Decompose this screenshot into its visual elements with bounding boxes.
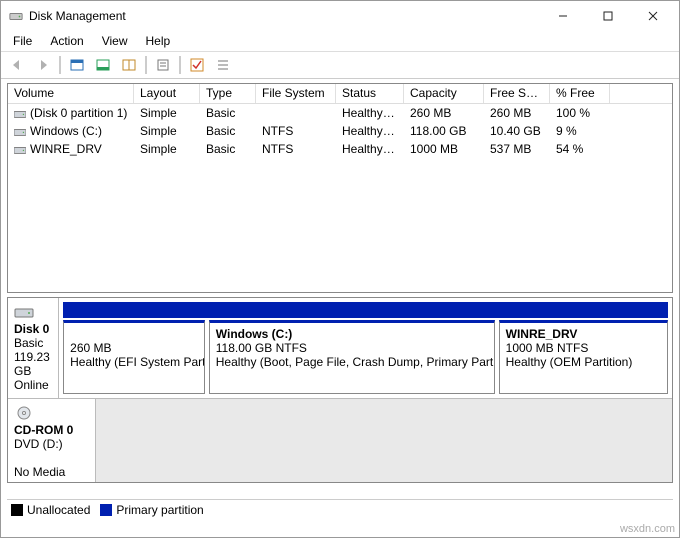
- close-button[interactable]: [630, 1, 675, 31]
- col-layout[interactable]: Layout: [134, 84, 200, 103]
- disk-info[interactable]: Disk 0Basic119.23 GBOnline: [8, 298, 59, 398]
- disk-name: Disk 0: [14, 322, 52, 336]
- menu-action[interactable]: Action: [42, 33, 91, 49]
- volume-type: Basic: [200, 105, 256, 121]
- volume-row[interactable]: Windows (C:) SimpleBasicNTFSHealthy (B...…: [8, 122, 672, 140]
- disk-kind: DVD (D:): [14, 437, 89, 451]
- partition-detail: Healthy (OEM Partition): [506, 355, 661, 369]
- col-free[interactable]: Free Spa...: [484, 84, 550, 103]
- toolbar: [1, 51, 679, 79]
- volume-capacity: 1000 MB: [404, 141, 484, 157]
- disk-state: Online: [14, 378, 52, 392]
- partition-zone: 260 MBHealthy (EFI System PartWindows (C…: [59, 298, 672, 398]
- app-icon: [9, 9, 23, 23]
- legend-primary-label: Primary partition: [116, 503, 203, 517]
- volume-pct: 54 %: [550, 141, 610, 157]
- legend: Unallocated Primary partition: [7, 499, 673, 519]
- minimize-button[interactable]: [540, 1, 585, 31]
- partition-title: Windows (C:): [216, 327, 488, 341]
- menu-help[interactable]: Help: [138, 33, 179, 49]
- volume-row[interactable]: WINRE_DRV SimpleBasicNTFSHealthy (...1000…: [8, 140, 672, 158]
- disk-row[interactable]: CD-ROM 0DVD (D:) No Media: [8, 399, 672, 483]
- partition-detail: Healthy (Boot, Page File, Crash Dump, Pr…: [216, 355, 488, 369]
- volume-layout: Simple: [134, 105, 200, 121]
- list-button[interactable]: [211, 54, 235, 76]
- volume-status: Healthy (B...: [336, 123, 404, 139]
- col-pct[interactable]: % Free: [550, 84, 610, 103]
- partition-box[interactable]: Windows (C:)118.00 GB NTFSHealthy (Boot,…: [209, 320, 495, 394]
- volume-list-header[interactable]: Volume Layout Type File System Status Ca…: [8, 84, 672, 104]
- volume-fs: NTFS: [256, 123, 336, 139]
- volume-fs: [256, 112, 336, 114]
- disk-state: No Media: [14, 465, 89, 479]
- volume-layout: Simple: [134, 123, 200, 139]
- volume-type: Basic: [200, 141, 256, 157]
- volume-fs: NTFS: [256, 141, 336, 157]
- disk-kind: Basic: [14, 336, 52, 350]
- volume-name: Windows (C:): [30, 124, 102, 138]
- volume-capacity: 260 MB: [404, 105, 484, 121]
- partition-bar: [63, 302, 668, 318]
- volume-status: Healthy (E...: [336, 105, 404, 121]
- watermark: wsxdn.com: [620, 523, 675, 535]
- partition-sub: 118.00 GB NTFS: [216, 341, 488, 355]
- menu-view[interactable]: View: [94, 33, 136, 49]
- view-split-button[interactable]: [117, 54, 141, 76]
- volume-free: 260 MB: [484, 105, 550, 121]
- volume-name: WINRE_DRV: [30, 142, 102, 156]
- view-bottom-button[interactable]: [91, 54, 115, 76]
- title-bar: Disk Management: [1, 1, 679, 31]
- partition-zone: [96, 399, 672, 483]
- volume-list[interactable]: Volume Layout Type File System Status Ca…: [7, 83, 673, 293]
- window-title: Disk Management: [29, 9, 540, 23]
- legend-unallocated-swatch: [11, 504, 23, 516]
- col-volume[interactable]: Volume: [8, 84, 134, 103]
- volume-layout: Simple: [134, 141, 200, 157]
- disk-name: CD-ROM 0: [14, 423, 89, 437]
- volume-free: 537 MB: [484, 141, 550, 157]
- view-top-button[interactable]: [65, 54, 89, 76]
- col-capacity[interactable]: Capacity: [404, 84, 484, 103]
- maximize-button[interactable]: [585, 1, 630, 31]
- legend-unallocated-label: Unallocated: [27, 503, 90, 517]
- partition-title: WINRE_DRV: [506, 327, 661, 341]
- volume-pct: 100 %: [550, 105, 610, 121]
- properties-button[interactable]: [151, 54, 175, 76]
- separator: [59, 56, 61, 74]
- partition-box[interactable]: 260 MBHealthy (EFI System Part: [63, 320, 205, 394]
- separator: [145, 56, 147, 74]
- partition-box[interactable]: WINRE_DRV1000 MB NTFSHealthy (OEM Partit…: [499, 320, 668, 394]
- col-status[interactable]: Status: [336, 84, 404, 103]
- volume-type: Basic: [200, 123, 256, 139]
- disk-row[interactable]: Disk 0Basic119.23 GBOnline 260 MBHealthy…: [8, 298, 672, 399]
- check-button[interactable]: [185, 54, 209, 76]
- forward-button[interactable]: [31, 54, 55, 76]
- disk-graphical-view[interactable]: Disk 0Basic119.23 GBOnline 260 MBHealthy…: [7, 297, 673, 483]
- separator: [179, 56, 181, 74]
- col-type[interactable]: Type: [200, 84, 256, 103]
- partition-sub: 260 MB: [70, 341, 198, 355]
- volume-status: Healthy (...: [336, 141, 404, 157]
- col-fs[interactable]: File System: [256, 84, 336, 103]
- partition-detail: Healthy (EFI System Part: [70, 355, 198, 369]
- disk-info[interactable]: CD-ROM 0DVD (D:) No Media: [8, 399, 96, 483]
- volume-free: 10.40 GB: [484, 123, 550, 139]
- menu-bar: File Action View Help: [1, 31, 679, 51]
- disk-size: 119.23 GB: [14, 350, 52, 378]
- partition-sub: 1000 MB NTFS: [506, 341, 661, 355]
- volume-row[interactable]: (Disk 0 partition 1) SimpleBasic Healthy (…: [8, 104, 672, 122]
- volume-capacity: 118.00 GB: [404, 123, 484, 139]
- volume-pct: 9 %: [550, 123, 610, 139]
- volume-name: (Disk 0 partition 1): [30, 106, 127, 120]
- legend-primary-swatch: [100, 504, 112, 516]
- menu-file[interactable]: File: [5, 33, 40, 49]
- back-button[interactable]: [5, 54, 29, 76]
